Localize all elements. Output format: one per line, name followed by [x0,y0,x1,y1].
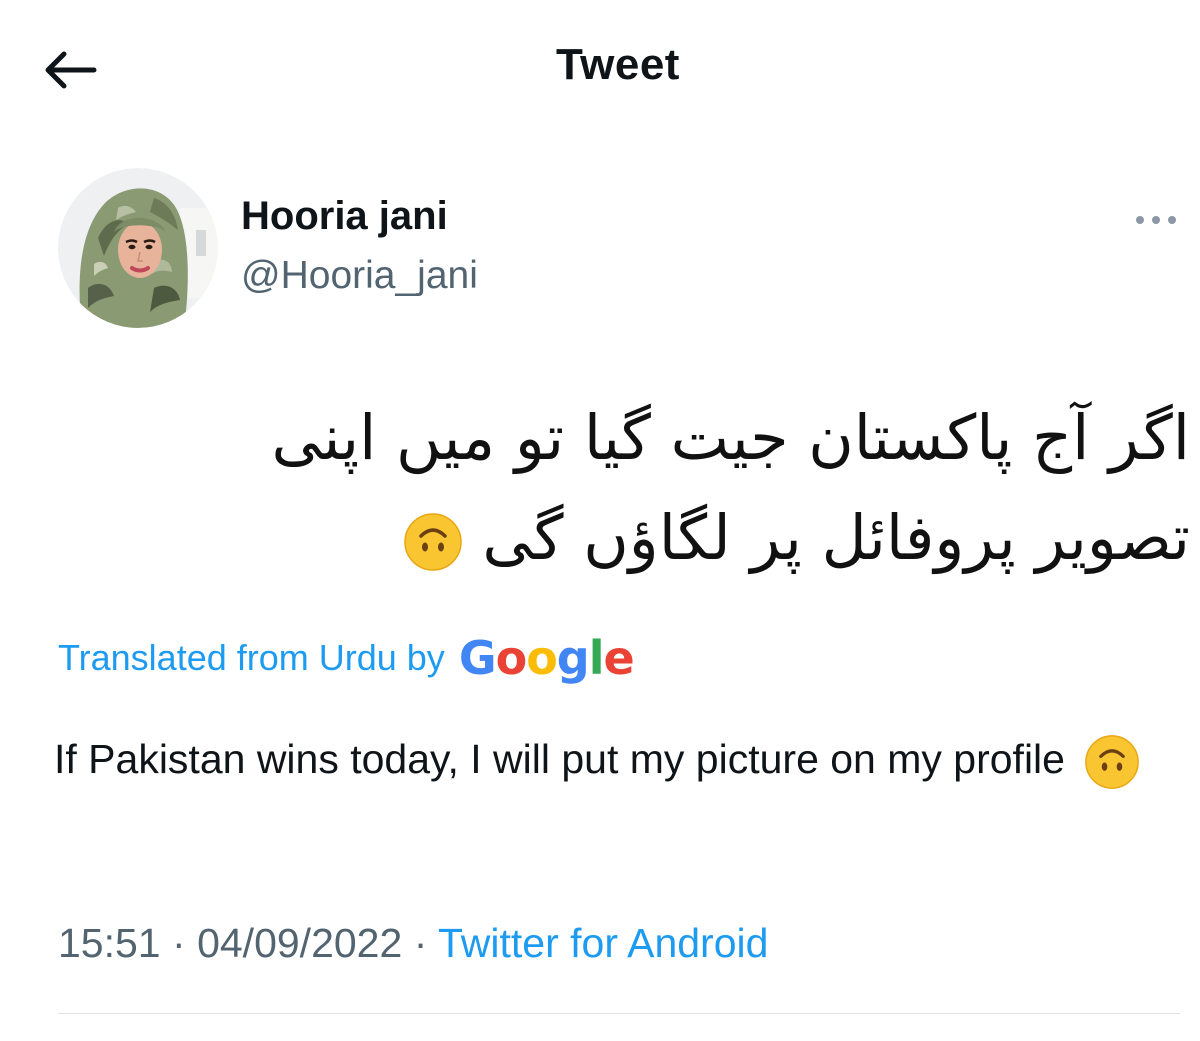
upside-down-face-icon [403,513,462,571]
more-options-button[interactable] [1126,202,1186,238]
page-title: Tweet [556,40,680,89]
upside-down-face-icon [1085,735,1140,790]
tweet-page: Tweet Hooria jani @Hooria_jani اگر آج پا… [0,0,1200,1041]
author-handle[interactable]: @Hooria_jani [241,254,478,298]
tweet-meta: 15:51 · 04/09/2022 · Twitter for Android [58,920,768,967]
header: Tweet [0,0,1200,140]
author-display-name[interactable]: Hooria jani [241,194,448,239]
tweet-text-english: If Pakistan wins today, I will put my pi… [54,736,1065,782]
meta-separator: · [413,920,428,966]
tweet-time[interactable]: 15:51 [58,920,161,966]
translation-attribution[interactable]: Translated from Urdu by Google [58,628,635,688]
avatar[interactable] [58,168,218,328]
more-horizontal-icon [1136,216,1176,224]
tweet-date[interactable]: 04/09/2022 [197,920,402,966]
google-logo: Google [458,631,635,685]
meta-separator: · [172,920,186,966]
profile-photo [58,168,218,328]
translated-label: Translated from Urdu by [58,637,445,678]
tweet-text-translated: If Pakistan wins today, I will put my pi… [54,726,1144,792]
tweet-source[interactable]: Twitter for Android [438,920,768,966]
tweet-text-original: اگر آج پاکستان جیت گیا تو میں اپنی تصویر… [150,388,1190,588]
divider [58,1013,1180,1014]
